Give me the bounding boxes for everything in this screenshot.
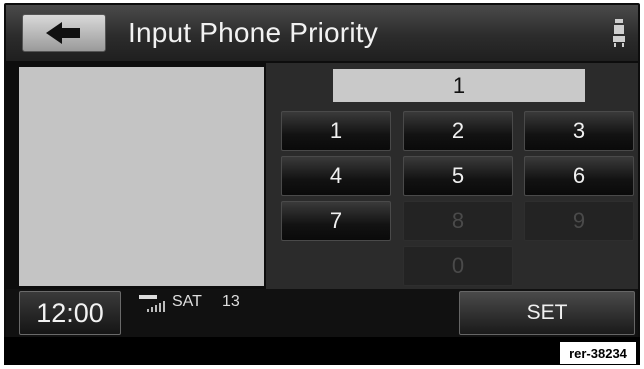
key-9[interactable]: 9: [524, 201, 634, 241]
key-3[interactable]: 3: [524, 111, 634, 151]
priority-entry-field: 1: [333, 69, 585, 102]
seat-icon: [613, 19, 625, 47]
key-6[interactable]: 6: [524, 156, 634, 196]
key-5[interactable]: 5: [403, 156, 513, 196]
set-button[interactable]: SET: [459, 291, 635, 335]
info-panel: [19, 67, 264, 286]
key-8[interactable]: 8: [403, 201, 513, 241]
reference-tag: rer-38234: [560, 342, 636, 364]
back-button[interactable]: [22, 14, 106, 52]
source-label: SAT: [172, 293, 202, 310]
channel-number: 13: [222, 293, 240, 310]
clock-button[interactable]: 12:00: [19, 291, 121, 335]
page-title: Input Phone Priority: [128, 17, 378, 48]
key-7[interactable]: 7: [281, 201, 391, 241]
key-4[interactable]: 4: [281, 156, 391, 196]
bottom-band: [4, 337, 640, 365]
key-1[interactable]: 1: [281, 111, 391, 151]
header-bar: Input Phone Priority: [6, 5, 638, 61]
back-arrow-icon: [46, 22, 80, 44]
signal-strength-icon: [139, 295, 165, 312]
key-2[interactable]: 2: [403, 111, 513, 151]
key-0[interactable]: 0: [403, 246, 513, 286]
